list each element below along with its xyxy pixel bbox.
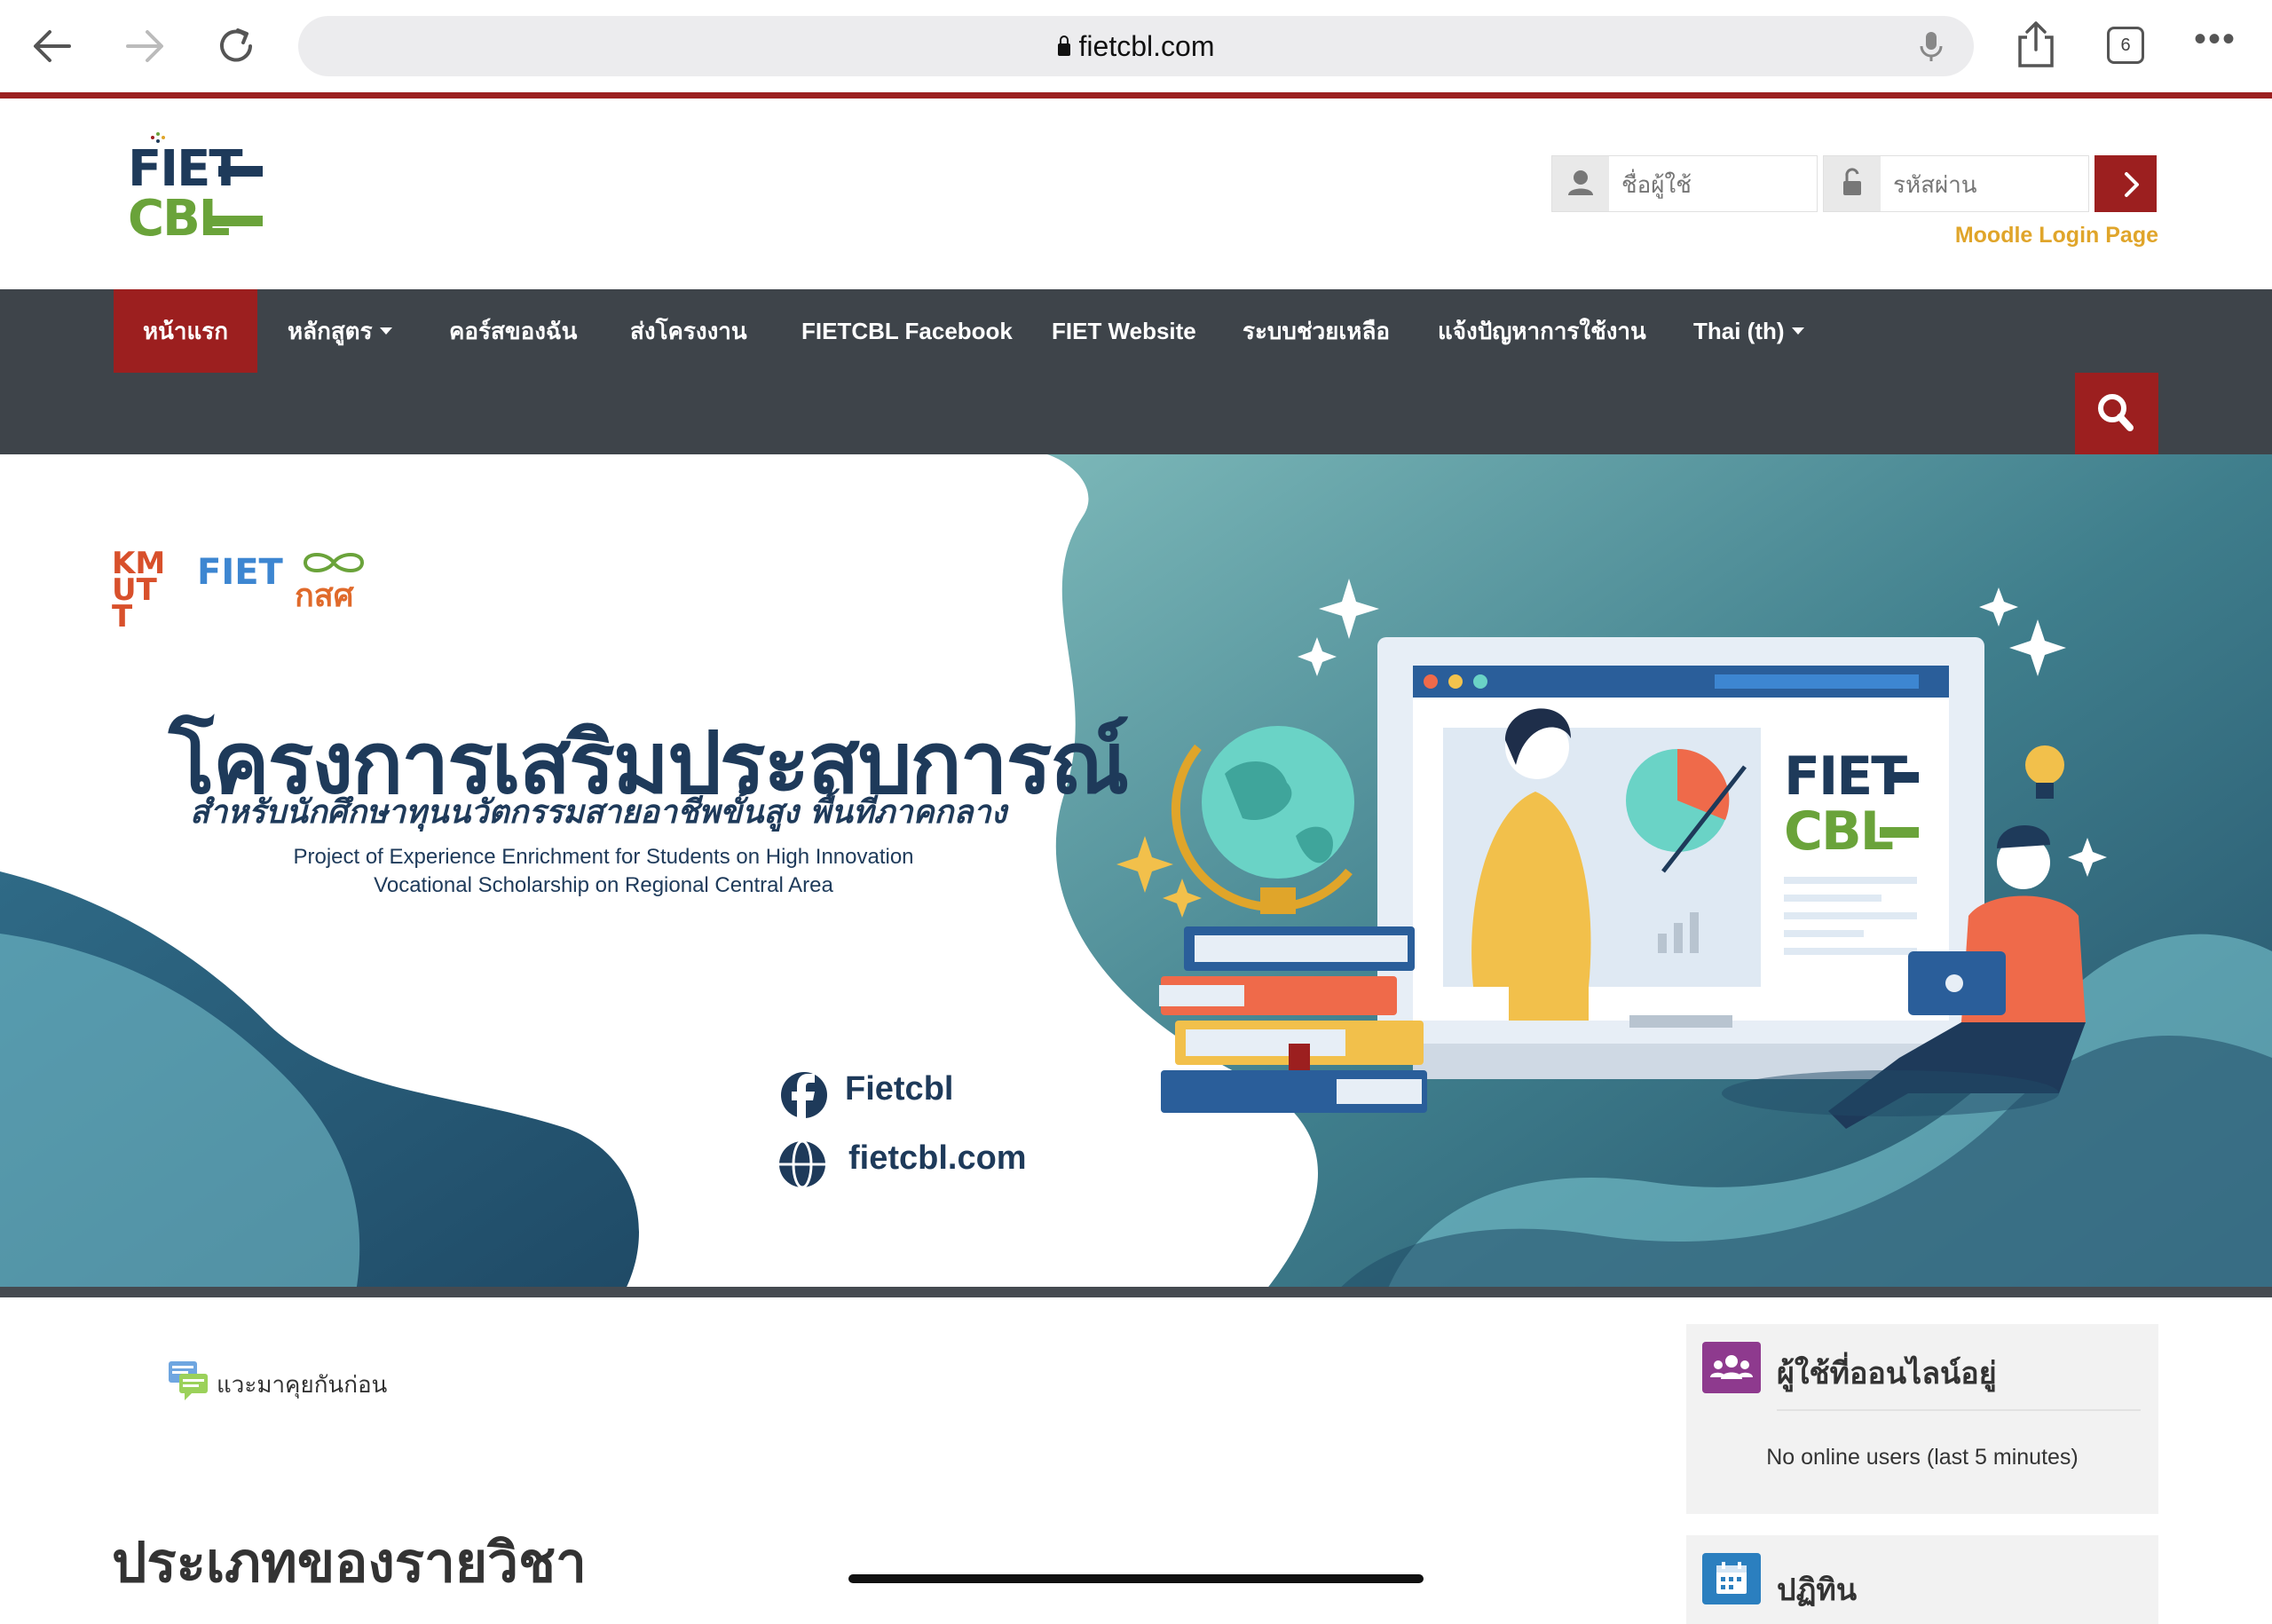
reload-button[interactable] — [209, 20, 263, 73]
chat-forum-link-text: แวะมาคุยกันก่อน — [217, 1371, 388, 1398]
chevron-right-icon — [2125, 172, 2139, 197]
calendar-icon — [1702, 1553, 1761, 1604]
caret-down-icon — [1791, 327, 1804, 335]
nav-fietcbl-facebook[interactable]: FIETCBL Facebook — [771, 289, 1043, 373]
share-button[interactable] — [2011, 18, 2061, 71]
unlock-icon — [1843, 168, 1861, 195]
nav-courses-label: หลักสูตร — [288, 318, 373, 344]
more-options-button[interactable]: ••• — [2194, 21, 2244, 60]
nav-language-selector[interactable]: Thai (th) — [1663, 289, 1834, 373]
nav-help-system[interactable]: ระบบช่วยเหลือ — [1212, 289, 1420, 373]
arrow-left-icon — [34, 30, 71, 62]
url-text: fietcbl.com — [1078, 30, 1215, 62]
online-users-empty-message: No online users (last 5 minutes) — [1766, 1445, 2079, 1470]
lock-icon — [1057, 35, 1070, 56]
hero-banner: KMUTT FIET กสศ FIET CBL โครงการเสริมประส… — [0, 454, 2272, 1297]
browser-toolbar: fietcbl.com 6 ••• — [0, 0, 2272, 99]
nav-fiet-website[interactable]: FIET Website — [1022, 289, 1227, 373]
kosor-infinity-icon — [303, 553, 365, 572]
online-users-block: ผู้ใช้ที่ออนไลน์อยู่ No online users (la… — [1686, 1324, 2158, 1514]
site-header: FIET CBL Moodle Login Page — [0, 99, 2272, 289]
chat-bubbles-icon — [169, 1361, 208, 1400]
users-icon — [1702, 1342, 1761, 1393]
kmutt-logo: KMUTT — [112, 546, 166, 635]
search-button[interactable] — [2075, 373, 2158, 454]
nav-my-courses-label: คอร์สของฉัน — [449, 318, 578, 344]
nav-submit-project[interactable]: ส่งโครงงาน — [600, 289, 777, 373]
globe-icon — [779, 1139, 825, 1189]
nav-fiet-website-label: FIET Website — [1052, 318, 1196, 344]
logo-dash-bottom — [211, 216, 263, 226]
password-input[interactable] — [1891, 156, 2081, 213]
url-display[interactable]: fietcbl.com — [298, 16, 1974, 76]
facebook-icon — [781, 1072, 827, 1118]
user-icon — [1568, 170, 1593, 195]
nav-fietcbl-facebook-label: FIETCBL Facebook — [801, 318, 1013, 344]
online-users-title: ผู้ใช้ที่ออนไลน์อยู่ — [1777, 1357, 1997, 1391]
page-content: แวะมาคุยกันก่อน ประเภทของรายวิชา ผู้ใช้ท… — [0, 1297, 2272, 1624]
password-addon — [1824, 156, 1881, 211]
nav-home[interactable]: หน้าแรก — [114, 289, 257, 373]
username-group — [1551, 155, 1818, 213]
logo-dash-top — [218, 166, 263, 177]
share-icon — [2018, 21, 2054, 67]
tabs-button[interactable]: 6 — [2107, 27, 2144, 64]
board-logo-dash-bottom — [1880, 827, 1919, 838]
nav-report-problem-label: แจ้งปัญหาการใช้งาน — [1438, 318, 1646, 344]
forward-button[interactable] — [117, 20, 170, 73]
login-submit-button[interactable] — [2094, 155, 2157, 212]
course-categories-heading: ประเภทของรายวิชา — [112, 1530, 587, 1595]
address-bar[interactable]: fietcbl.com — [298, 16, 1974, 76]
calendar-block: ปฏิทิน — [1686, 1535, 2158, 1624]
chat-forum-link[interactable]: แวะมาคุยกันก่อน — [167, 1360, 387, 1400]
user-addon — [1552, 156, 1609, 211]
nav-my-courses[interactable]: คอร์สของฉัน — [419, 289, 607, 373]
online-users-divider — [1777, 1409, 2141, 1411]
banner-english-line-2: Vocational Scholarship on Regional Centr… — [374, 873, 833, 897]
banner-bottom-strip — [0, 1287, 2272, 1297]
board-logo-dash-top — [1887, 772, 1919, 783]
banner-english-line-1: Project of Experience Enrichment for Stu… — [293, 845, 914, 869]
nav-home-label: หน้าแรก — [143, 318, 228, 344]
back-button[interactable] — [27, 20, 80, 73]
reload-icon — [220, 28, 252, 62]
nav-submit-project-label: ส่งโครงงาน — [630, 318, 747, 344]
microphone-button[interactable] — [1913, 28, 1949, 64]
calendar-title: ปฏิทิน — [1777, 1573, 1858, 1607]
board-logo-cbl: CBL — [1784, 800, 1894, 863]
site-logo[interactable]: FIET CBL — [124, 132, 266, 248]
password-group — [1823, 155, 2089, 213]
caret-down-icon — [379, 327, 392, 335]
banner-subtitle: สำหรับนักศึกษาทุนนวัตกรรมสายอาชีพขั้นสูง… — [190, 794, 1007, 831]
search-icon — [2098, 394, 2134, 431]
nav-language-label: Thai (th) — [1693, 318, 1785, 344]
banner-website-text: fietcbl.com — [848, 1139, 1027, 1177]
microphone-icon — [1920, 32, 1943, 61]
main-navigation: หน้าแรก หลักสูตร คอร์สของฉัน ส่งโครงงาน … — [0, 289, 2272, 454]
username-input[interactable] — [1620, 156, 1810, 213]
nav-help-system-label: ระบบช่วยเหลือ — [1242, 318, 1390, 344]
nav-courses[interactable]: หลักสูตร — [257, 289, 422, 373]
header-accent-line — [0, 92, 2272, 99]
banner-facebook-text: Fietcbl — [845, 1070, 954, 1108]
nav-report-problem[interactable]: แจ้งปัญหาการใช้งาน — [1408, 289, 1676, 373]
arrow-right-icon — [126, 30, 163, 62]
moodle-login-link[interactable]: Moodle Login Page — [1955, 223, 2158, 248]
home-indicator — [848, 1574, 1424, 1583]
fiet-partner-logo: FIET — [197, 552, 283, 593]
